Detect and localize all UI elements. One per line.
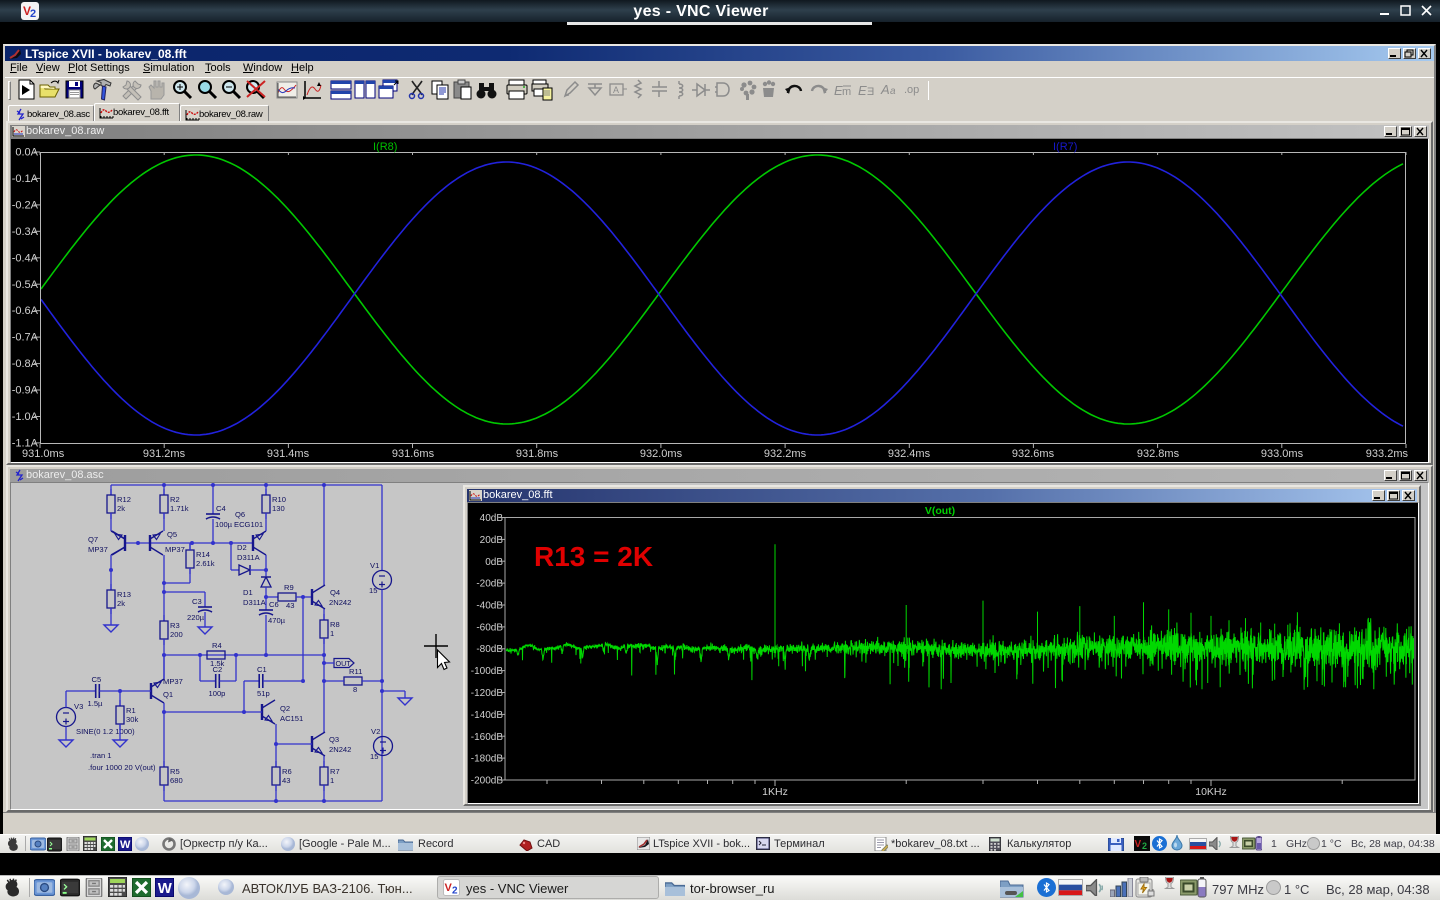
svg-text:.op: .op — [904, 84, 919, 96]
svg-text:2: 2 — [1142, 841, 1147, 851]
svg-text:A: A — [880, 82, 890, 97]
svg-text:Ǝ: Ǝ — [867, 86, 874, 98]
svg-text:W: W — [120, 839, 131, 851]
svg-text:a: a — [890, 86, 896, 97]
svg-text:W: W — [158, 880, 173, 897]
svg-text:A: A — [613, 85, 619, 95]
svg-text:m: m — [842, 86, 851, 98]
svg-text:2: 2 — [452, 886, 458, 897]
svg-text:V: V — [1135, 839, 1142, 850]
svg-text:E: E — [858, 83, 867, 98]
svg-text:2: 2 — [30, 8, 36, 20]
